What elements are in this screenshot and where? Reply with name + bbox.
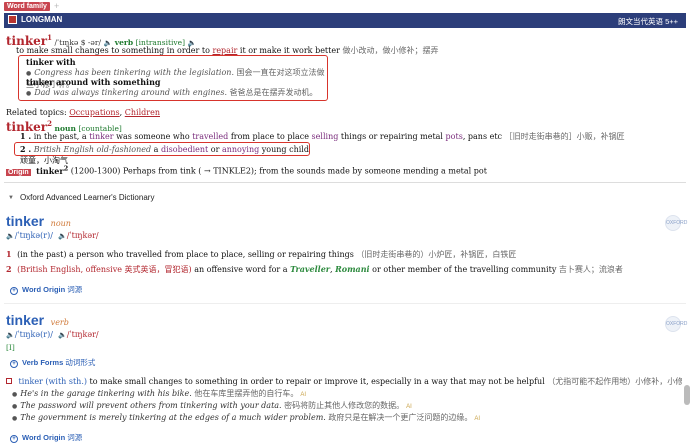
speaker-icon[interactable]: 🔈 [6,232,15,240]
topic-children[interactable]: Children [125,108,160,117]
scrollbar-thumb[interactable] [684,385,690,405]
oxford-noun-sense-1: 1 (in the past) a person who travelled f… [6,249,517,259]
link-travelled[interactable]: travelled [192,132,228,141]
longman-logo-icon [8,15,17,24]
oxford-grammar: [I] [6,343,15,352]
longman-header-bar[interactable]: LONGMAN 朗文当代英语 5++ [4,13,686,28]
verb-forms-button[interactable]: + Verb Forms 动词形式 [10,357,95,368]
oxford-verb-sense-1: tinker (with sth.) to make small changes… [6,376,682,387]
plus-circle-icon: + [10,360,18,368]
oxford-pron-line: 🔈/ˈtɪŋkə(r)/ 🔈/ˈtɪŋkər/ [6,231,99,240]
word-family-row: Word family + [4,1,59,11]
origin-line: Origin tinker2 (1200-1300) Perhaps from … [6,164,487,176]
link-annoying[interactable]: annoying [222,145,259,154]
plus-circle-icon: + [10,287,18,295]
topic-occupations[interactable]: Occupations [69,108,119,117]
definition-link[interactable]: repair [213,46,238,55]
example-bullet-icon: ● [26,90,32,97]
speaker-icon[interactable]: 🔈 [6,331,15,339]
oxford-headword: tinker [6,213,45,229]
oxford-verb-headword-line: tinker verb [6,312,69,328]
divider [4,303,686,304]
sense-bullet-icon [6,378,12,384]
oxford-noun-headword-line: tinker noun [6,213,71,229]
related-topics: Related topics: Occupations, Children [6,108,160,117]
origin-tag: Origin [6,168,31,176]
oxford-section-header[interactable]: ▼ Oxford Advanced Learner's Dictionary [8,193,154,202]
link-tinker[interactable]: tinker [89,132,113,141]
word-family-add-icon[interactable]: + [54,1,59,11]
example-bullet-icon: ● [26,70,32,77]
oxford-noun-sense-2: 2 (British English, offensive 英式英语，冒犯语) … [6,264,623,274]
word-origin-button[interactable]: + Word Origin 词源 [10,284,82,295]
oxford-title: Oxford Advanced Learner's Dictionary [19,193,155,202]
speaker-icon[interactable]: 🔈 [58,331,67,339]
oxford-badge-icon[interactable]: OXFORD [665,215,687,231]
oxford-pos-2: verb [50,318,69,327]
link-pots[interactable]: pots [446,132,463,141]
oxford-pron-line-2: 🔈/ˈtɪŋkə(r)/ 🔈/ˈtɪŋkər/ [6,330,99,339]
link-selling[interactable]: selling [312,132,339,141]
word-origin-button-2[interactable]: + Word Origin 词源 [10,432,82,443]
link-disobedient[interactable]: disobedient [161,145,208,154]
oxford-example-3: ● The government is merely tinkering at t… [12,413,481,422]
divider [4,182,686,183]
longman-edition: 朗文当代英语 5++ [617,17,678,26]
longman-logo: LONGMAN [8,15,62,24]
oxford-headword-2: tinker [6,312,45,328]
speaker-icon[interactable]: 🔈 [58,232,67,240]
oxford-pos: noun [50,219,71,228]
longman-name: LONGMAN [21,15,63,24]
example-2: ● Dad was always tinkering around with en… [26,88,318,97]
collapse-arrow-icon[interactable]: ▼ [8,195,14,201]
word-family-tag[interactable]: Word family [4,1,50,11]
noun-sense-1: 1 . in the past, a tinker was someone wh… [20,131,625,141]
plus-circle-icon: + [10,435,18,443]
oxford-badge-icon[interactable]: OXFORD [665,316,687,332]
